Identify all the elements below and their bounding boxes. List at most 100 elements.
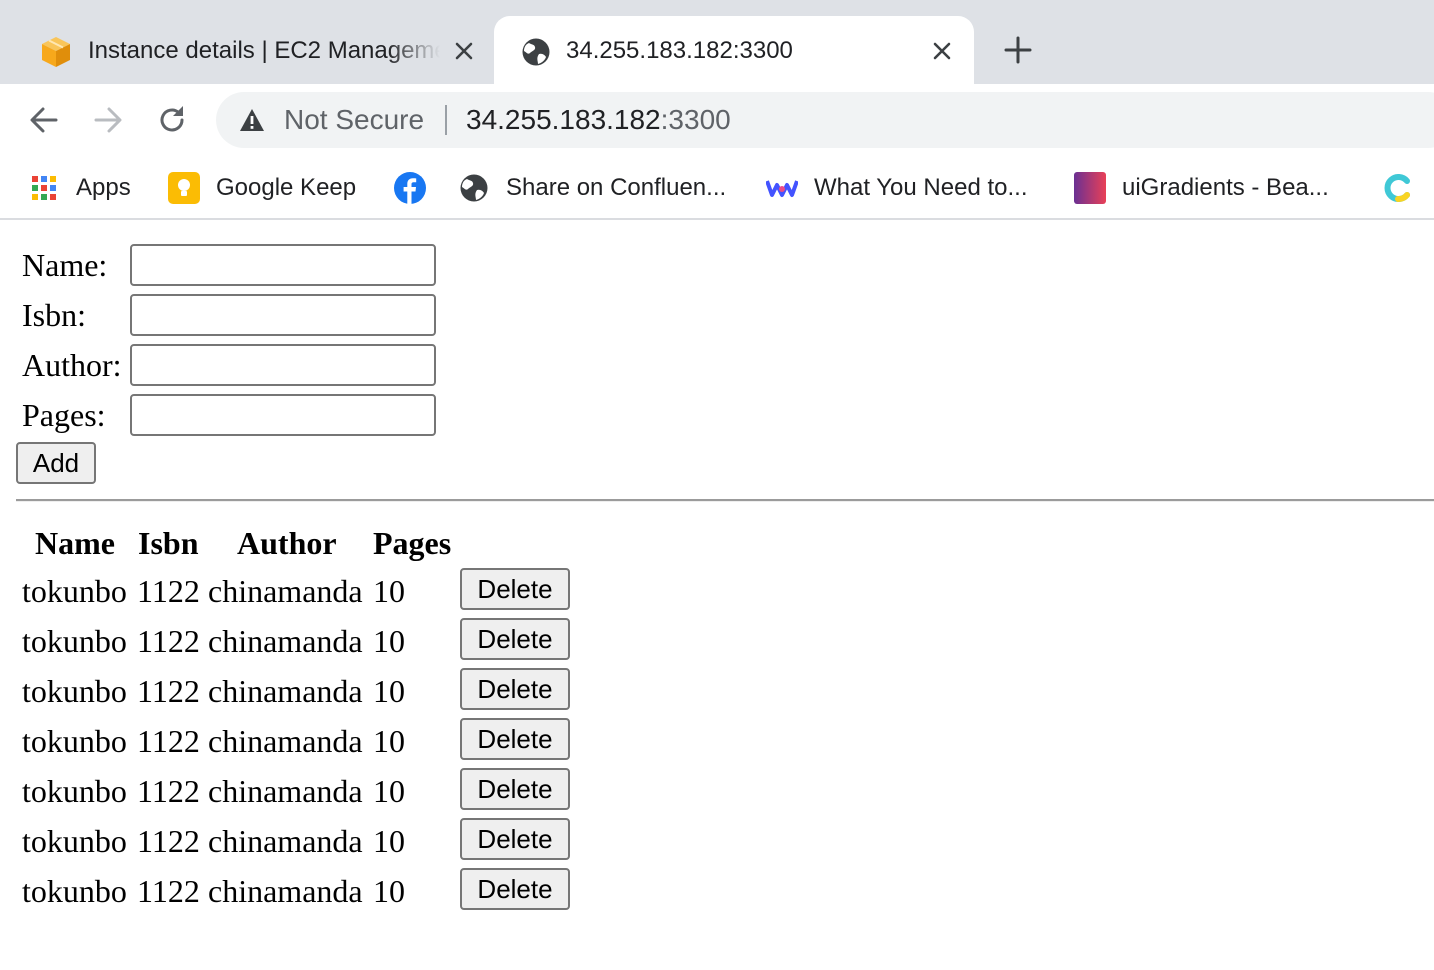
- delete-button[interactable]: Delete: [460, 568, 570, 610]
- cell-pages: 10: [373, 623, 405, 659]
- cell-name: tokunbo: [22, 723, 127, 759]
- tab-active-page[interactable]: 34.255.183.182:3300: [494, 16, 974, 84]
- reload-button[interactable]: [152, 100, 192, 140]
- cell-pages: 10: [373, 673, 405, 709]
- author-input[interactable]: [130, 344, 436, 386]
- cell-isbn: 1122: [137, 673, 200, 709]
- table-row: tokunbo 1122 chinamanda 10 Delete: [0, 718, 600, 766]
- url-port: :3300: [660, 104, 731, 135]
- cutout-c-icon: [1382, 172, 1414, 204]
- isbn-label: Isbn:: [22, 297, 86, 333]
- isbn-input[interactable]: [130, 294, 436, 336]
- globe-icon: [458, 172, 490, 204]
- cell-author: chinamanda: [208, 673, 363, 709]
- cell-isbn: 1122: [137, 573, 200, 609]
- table-row: tokunbo 1122 chinamanda 10 Delete: [0, 568, 600, 616]
- webflow-icon: [766, 172, 798, 204]
- url-text[interactable]: 34.255.183.182:3300: [466, 102, 731, 138]
- apps-grid-icon: [28, 172, 60, 204]
- cell-pages: 10: [373, 723, 405, 759]
- column-header-pages: Pages: [373, 525, 452, 561]
- address-bar[interactable]: Not Secure 34.255.183.182:3300: [216, 92, 1434, 148]
- tab-title: Instance details | EC2 Management Consol…: [88, 37, 440, 64]
- cell-isbn: 1122: [137, 823, 200, 859]
- close-icon[interactable]: [929, 38, 955, 64]
- cell-pages: 10: [373, 823, 405, 859]
- pages-label: Pages:: [22, 397, 106, 433]
- bookmark-share-on-confluence[interactable]: Share on Confluen...: [458, 170, 726, 206]
- globe-icon: [520, 36, 552, 68]
- bookmark-what-you-need[interactable]: What You Need to...: [766, 170, 1027, 206]
- aws-cube-icon: [40, 36, 72, 68]
- tab-title: 34.255.183.182:3300: [566, 37, 793, 64]
- bookmarks-bar: Apps Google Keep Share on Confluen... Wh…: [0, 156, 1434, 220]
- forward-button[interactable]: [88, 100, 128, 140]
- tab-strip: Instance details | EC2 Management Consol…: [0, 0, 1434, 84]
- bookmark-uigradients[interactable]: uiGradients - Bea...: [1074, 170, 1329, 206]
- close-icon[interactable]: [451, 38, 477, 64]
- arrow-left-icon: [30, 107, 58, 133]
- bookmark-label: uiGradients - Bea...: [1122, 174, 1329, 201]
- table-row: tokunbo 1122 chinamanda 10 Delete: [0, 768, 600, 816]
- page-content: Name: Isbn: Author: Pages: Add Name Isbn…: [0, 222, 1434, 970]
- bookmark-label: Google Keep: [216, 174, 357, 201]
- delete-button[interactable]: Delete: [460, 868, 570, 910]
- bookmark-label: What You Need to...: [814, 174, 1028, 201]
- bookmark-facebook[interactable]: [394, 170, 426, 206]
- cell-author: chinamanda: [208, 873, 363, 909]
- cell-author: chinamanda: [208, 723, 363, 759]
- author-label: Author:: [22, 347, 122, 383]
- warning-icon: [240, 109, 264, 131]
- cell-name: tokunbo: [22, 823, 127, 859]
- cell-isbn: 1122: [137, 723, 200, 759]
- cell-name: tokunbo: [22, 873, 127, 909]
- arrow-right-icon: [94, 107, 122, 133]
- pages-input[interactable]: [130, 394, 436, 436]
- security-label[interactable]: Not Secure: [284, 102, 424, 138]
- plus-icon: [1004, 36, 1032, 64]
- bookmark-apps[interactable]: Apps: [28, 170, 131, 206]
- new-tab-button[interactable]: [1000, 32, 1036, 68]
- cell-isbn: 1122: [137, 623, 200, 659]
- cell-author: chinamanda: [208, 623, 363, 659]
- bookmark-cutout[interactable]: [1382, 170, 1430, 206]
- delete-button[interactable]: Delete: [460, 718, 570, 760]
- bookmark-google-keep[interactable]: Google Keep: [168, 170, 356, 206]
- cell-pages: 10: [373, 773, 405, 809]
- table-row: tokunbo 1122 chinamanda 10 Delete: [0, 868, 600, 916]
- facebook-icon: [394, 172, 426, 204]
- column-header-author: Author: [237, 525, 337, 561]
- uigradients-icon: [1074, 172, 1106, 204]
- column-header-name: Name: [35, 525, 115, 561]
- back-button[interactable]: [24, 100, 64, 140]
- google-keep-icon: [168, 172, 200, 204]
- cell-pages: 10: [373, 573, 405, 609]
- cell-name: tokunbo: [22, 673, 127, 709]
- cell-isbn: 1122: [137, 773, 200, 809]
- cell-author: chinamanda: [208, 773, 363, 809]
- cell-author: chinamanda: [208, 573, 363, 609]
- cell-pages: 10: [373, 873, 405, 909]
- column-header-isbn: Isbn: [138, 525, 199, 561]
- table-row: tokunbo 1122 chinamanda 10 Delete: [0, 668, 600, 716]
- divider: [16, 499, 1434, 502]
- delete-button[interactable]: Delete: [460, 668, 570, 710]
- tab-ec2-console[interactable]: Instance details | EC2 Management Consol…: [0, 16, 494, 84]
- bookmark-label: Apps: [76, 174, 131, 201]
- cell-name: tokunbo: [22, 773, 127, 809]
- browser-toolbar: Not Secure 34.255.183.182:3300: [0, 84, 1434, 156]
- delete-button[interactable]: Delete: [460, 818, 570, 860]
- add-button[interactable]: Add: [16, 442, 96, 484]
- delete-button[interactable]: Delete: [460, 618, 570, 660]
- cell-name: tokunbo: [22, 573, 127, 609]
- omnibox-divider: [445, 105, 447, 135]
- cell-author: chinamanda: [208, 823, 363, 859]
- delete-button[interactable]: Delete: [460, 768, 570, 810]
- bookmark-label: Share on Confluen...: [506, 174, 727, 201]
- url-host: 34.255.183.182: [466, 104, 661, 135]
- table-row: tokunbo 1122 chinamanda 10 Delete: [0, 818, 600, 866]
- reload-icon: [160, 106, 184, 132]
- table-row: tokunbo 1122 chinamanda 10 Delete: [0, 618, 600, 666]
- name-input[interactable]: [130, 244, 436, 286]
- name-label: Name:: [22, 247, 108, 283]
